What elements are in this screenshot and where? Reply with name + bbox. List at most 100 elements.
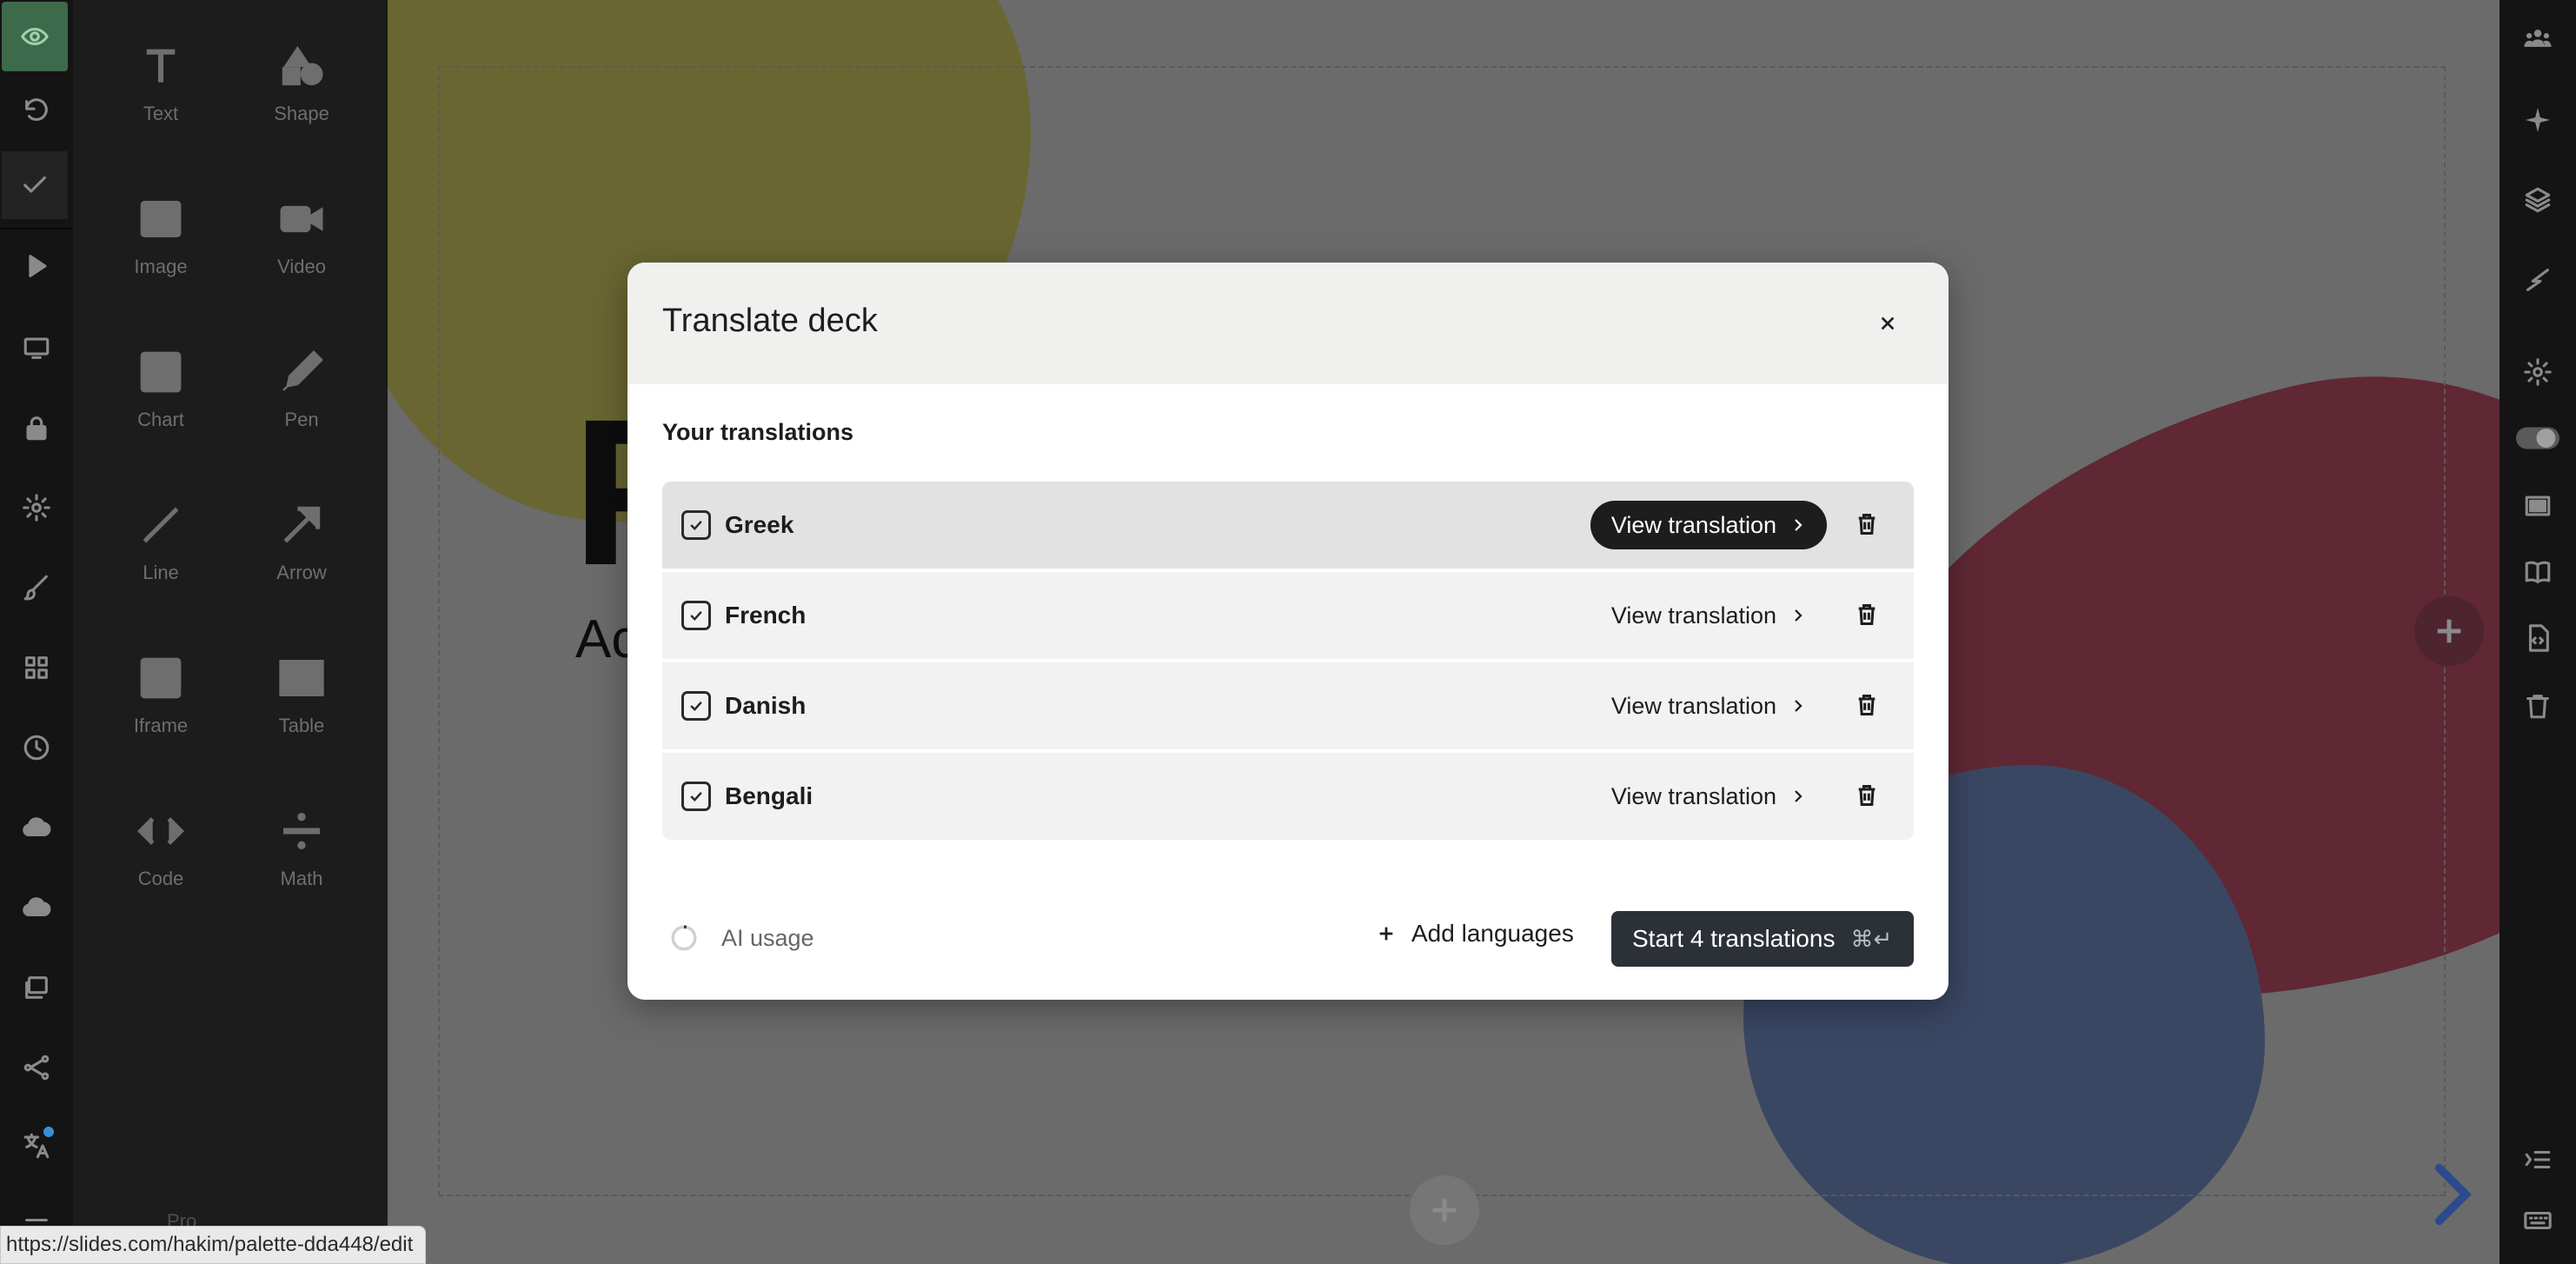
collaborators-button[interactable]	[2500, 3, 2576, 73]
translation-checkbox[interactable]	[681, 782, 711, 811]
tool-label: Image	[134, 256, 188, 277]
toggle-switch[interactable]	[2500, 403, 2576, 473]
sparkle-icon	[2525, 107, 2551, 133]
ai-usage-indicator[interactable]: AI usage	[669, 923, 814, 953]
tool-label: Shape	[274, 103, 329, 124]
settings-button[interactable]	[0, 471, 73, 544]
layers-button[interactable]	[2500, 165, 2576, 235]
translate-button[interactable]	[0, 1109, 73, 1182]
html-button[interactable]	[2500, 603, 2576, 673]
translation-row[interactable]: Danish View translation	[662, 662, 1914, 749]
templates-button[interactable]	[0, 631, 73, 704]
ai-button[interactable]	[2500, 85, 2576, 155]
add-slide-below-button[interactable]	[1410, 1175, 1479, 1245]
outline-button[interactable]	[2500, 1125, 2576, 1194]
text-icon	[146, 49, 176, 83]
arrow-tool[interactable]: Arrow	[231, 459, 372, 589]
check-icon	[690, 610, 702, 621]
line-tool[interactable]: Line	[90, 459, 231, 589]
media-library-button[interactable]	[0, 951, 73, 1024]
start-translations-label: Start 4 translations	[1632, 925, 1836, 952]
layers-icon	[2525, 187, 2551, 213]
tool-label: Math	[280, 868, 323, 889]
toggle-icon	[2516, 427, 2559, 449]
lock-button[interactable]	[0, 391, 73, 464]
add-slide-right-button[interactable]	[2414, 596, 2484, 666]
cloud-upload-icon	[23, 817, 51, 837]
background-button[interactable]	[2500, 471, 2576, 541]
translation-checkbox[interactable]	[681, 510, 711, 540]
chevron-right-icon	[1795, 609, 1803, 622]
translation-list: Greek View translation French View trans…	[662, 482, 1914, 843]
view-translation-button[interactable]: View translation	[1590, 682, 1827, 730]
translation-checkbox[interactable]	[681, 691, 711, 721]
shape-tool[interactable]: Shape	[231, 0, 372, 130]
check-icon	[690, 520, 702, 530]
share-button[interactable]	[0, 1031, 73, 1104]
delete-slide-button[interactable]	[2500, 671, 2576, 741]
trash-icon	[1858, 784, 1876, 807]
code-file-icon	[2528, 624, 2549, 652]
plus-icon	[1432, 1198, 1457, 1222]
code-tool[interactable]: Code	[90, 765, 231, 895]
add-languages-button[interactable]: Add languages	[1377, 920, 1574, 948]
style-button[interactable]	[0, 551, 73, 624]
trash-icon	[1858, 694, 1876, 716]
present-button[interactable]	[0, 230, 73, 303]
iframe-icon	[140, 657, 182, 699]
preview-eye-button[interactable]	[2, 2, 68, 71]
animate-button[interactable]	[2500, 245, 2576, 315]
check-icon	[690, 791, 702, 802]
slide-settings-button[interactable]	[2500, 337, 2576, 407]
notification-dot	[43, 1127, 54, 1137]
tool-label: Video	[277, 256, 326, 277]
download-button[interactable]	[0, 871, 73, 944]
delete-translation-button[interactable]	[1855, 693, 1881, 719]
view-translation-button[interactable]: View translation	[1590, 501, 1827, 549]
eye-icon	[21, 27, 49, 46]
math-tool[interactable]: Math	[231, 765, 372, 895]
chart-icon	[140, 351, 182, 393]
notes-button[interactable]	[2500, 537, 2576, 607]
view-translation-button[interactable]: View translation	[1590, 772, 1827, 821]
modal-header: Translate deck	[627, 263, 1949, 384]
view-translation-label: View translation	[1610, 782, 1776, 809]
keyboard-shortcuts-button[interactable]	[2500, 1186, 2576, 1255]
tool-label: Text	[143, 103, 179, 124]
undo-button[interactable]	[0, 75, 73, 148]
delete-translation-button[interactable]	[1855, 602, 1881, 629]
close-button[interactable]	[1869, 304, 1907, 343]
translation-row[interactable]: French View translation	[662, 572, 1914, 659]
shape-icon	[282, 45, 323, 86]
translation-row[interactable]: Bengali View translation	[662, 753, 1914, 840]
pen-tool[interactable]: Pen	[231, 306, 372, 436]
translation-row[interactable]: Greek View translation	[662, 482, 1914, 569]
iframe-tool[interactable]: Iframe	[90, 612, 231, 742]
chart-tool[interactable]: Chart	[90, 306, 231, 436]
delete-translation-button[interactable]	[1855, 512, 1881, 538]
code-icon	[137, 817, 184, 845]
slide-view-button[interactable]	[0, 311, 73, 384]
text-tool[interactable]: Text	[90, 0, 231, 130]
next-slide-arrow-icon[interactable]	[2425, 1161, 2477, 1227]
save-check-button[interactable]	[2, 151, 68, 219]
tool-label: Arrow	[276, 562, 327, 583]
right-toolbar	[2500, 0, 2576, 1264]
math-icon	[283, 813, 320, 849]
view-translation-button[interactable]: View translation	[1590, 591, 1827, 640]
table-tool[interactable]: Table	[231, 612, 372, 742]
tool-label: Iframe	[133, 715, 189, 736]
start-translations-button[interactable]: Start 4 translations ⌘↵	[1611, 911, 1914, 967]
image-tool[interactable]: Image	[90, 153, 231, 283]
upload-button[interactable]	[0, 791, 73, 864]
video-icon	[280, 205, 323, 233]
translation-checkbox[interactable]	[681, 601, 711, 630]
plus-icon	[2437, 619, 2461, 643]
language-name: French	[725, 602, 807, 629]
line-icon	[143, 507, 179, 543]
delete-translation-button[interactable]	[1855, 783, 1881, 809]
history-button[interactable]	[0, 711, 73, 784]
list-indent-icon	[2525, 1150, 2551, 1169]
video-tool[interactable]: Video	[231, 153, 372, 283]
chevron-right-icon	[1795, 790, 1803, 802]
